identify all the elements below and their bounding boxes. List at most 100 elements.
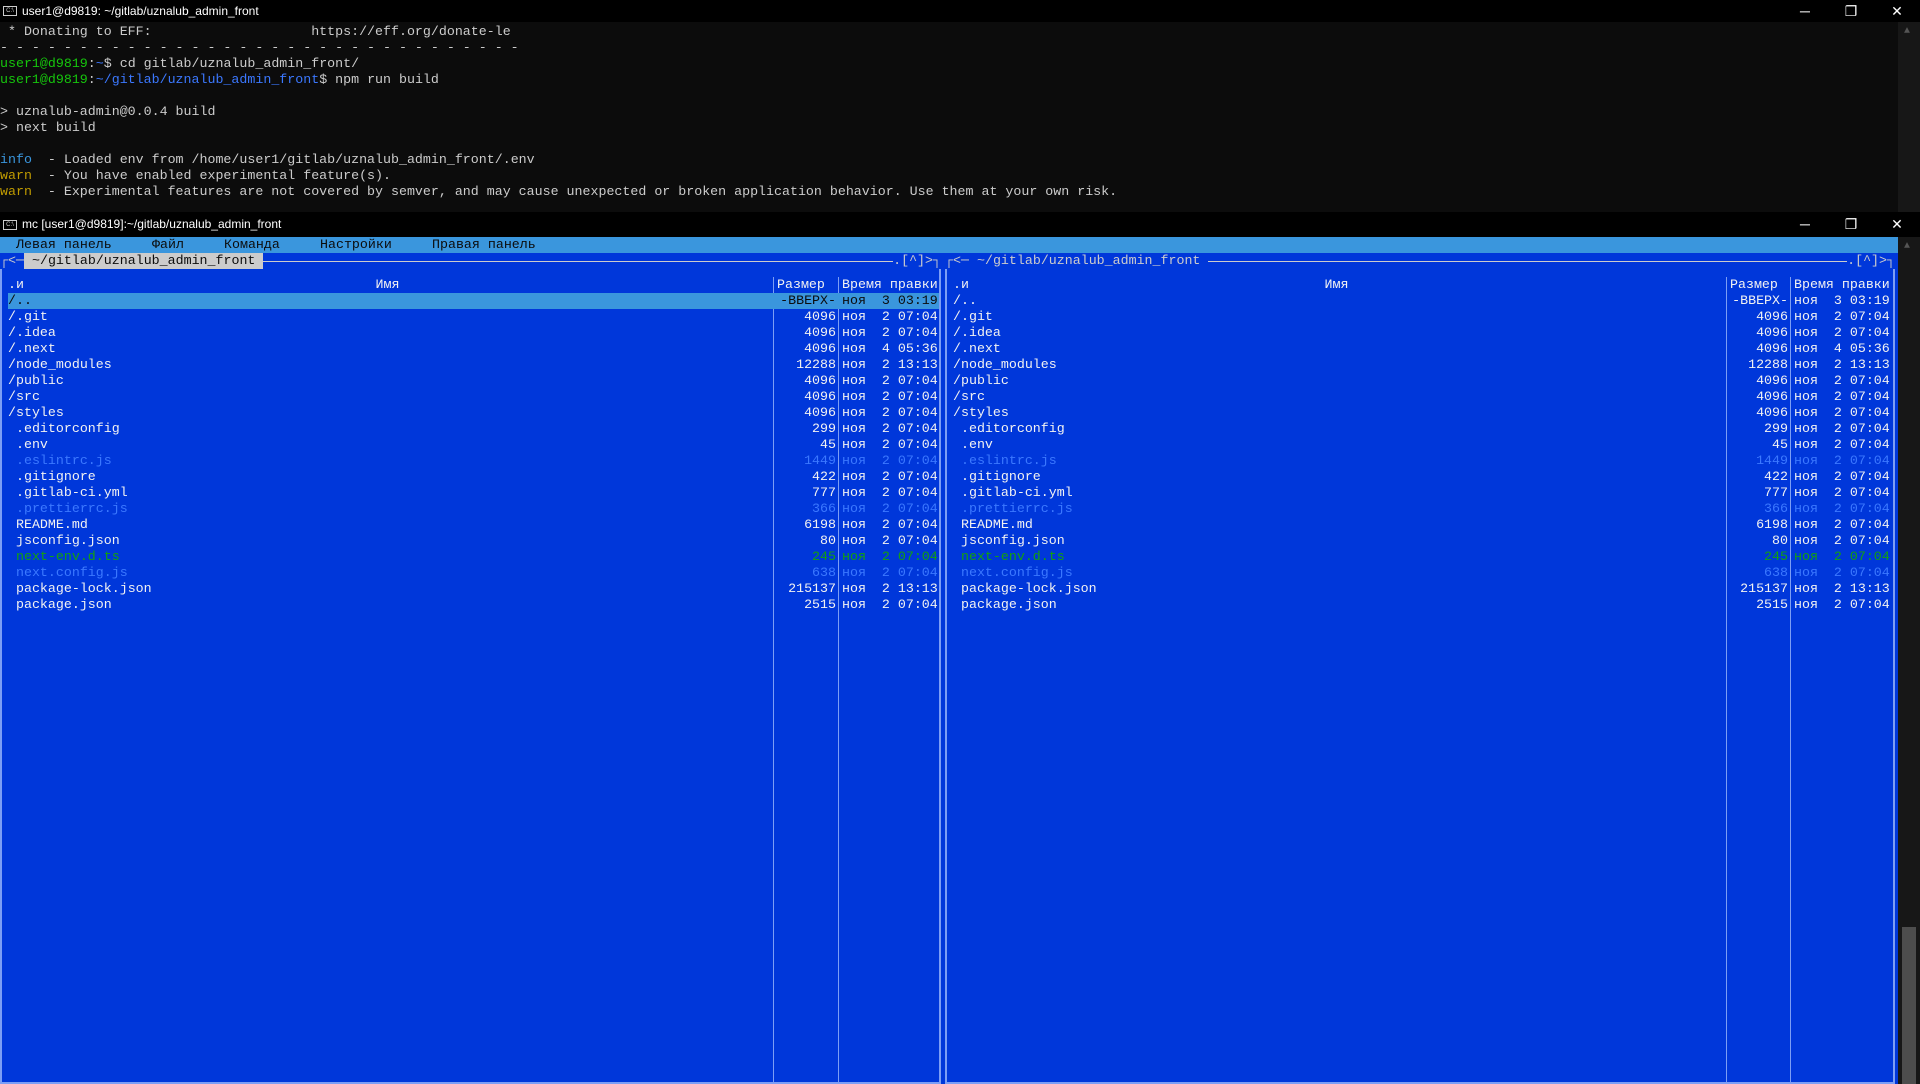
file-row[interactable]: .eslintrc.js 1449 ноя 2 07:04 [8, 453, 939, 469]
file-row[interactable]: /node_modules 12288 ноя 2 13:13 [8, 357, 939, 373]
right-panel[interactable]: ┌<─ ~/gitlab/uznalub_admin_front .[^]>┐ … [945, 253, 1895, 1084]
file-row[interactable]: /styles 4096 ноя 2 07:04 [953, 405, 1893, 421]
file-name: /.. [953, 293, 977, 308]
file-name: /.. [8, 293, 32, 308]
file-name: /src [953, 389, 985, 404]
file-name: .env [953, 437, 993, 452]
file-name: /.idea [8, 325, 56, 340]
minimize-button[interactable]: ─ [1782, 0, 1828, 22]
terminal-text: $ npm run build [319, 72, 439, 87]
file-row[interactable]: next-env.d.ts 245 ноя 2 07:04 [953, 549, 1893, 565]
window-title: user1@d9819: ~/gitlab/uznalub_admin_fron… [22, 4, 259, 18]
file-row[interactable]: /.next 4096 ноя 4 05:36 [8, 341, 939, 357]
panel-path[interactable]: ~/gitlab/uznalub_admin_front [969, 253, 1209, 269]
panel-path[interactable]: ~/gitlab/uznalub_admin_front [24, 253, 264, 269]
file-row[interactable]: package-lock.json 215137 ноя 2 13:13 [8, 581, 939, 597]
restore-button[interactable]: ❐ [1828, 0, 1874, 22]
file-row[interactable]: /styles 4096 ноя 2 07:04 [8, 405, 939, 421]
column-header-date[interactable]: Время правки [842, 277, 938, 293]
file-row[interactable]: jsconfig.json 80 ноя 2 07:04 [953, 533, 1893, 549]
top-scrollbar[interactable]: ▲ [1898, 22, 1920, 212]
file-row[interactable]: /.. -ВВЕРХ- ноя 3 03:19 [953, 293, 1893, 309]
file-row[interactable]: README.md 6198 ноя 2 07:04 [953, 517, 1893, 533]
scroll-up-icon[interactable]: ▲ [1904, 26, 1910, 37]
file-name: .gitlab-ci.yml [8, 485, 128, 500]
file-row[interactable]: /.. -ВВЕРХ- ноя 3 03:19 [8, 293, 939, 309]
file-row[interactable]: README.md 6198 ноя 2 07:04 [8, 517, 939, 533]
file-size: 422 [812, 469, 836, 484]
left-panel[interactable]: ┌<─ ~/gitlab/uznalub_admin_front .[^]>┐ … [0, 253, 941, 1084]
file-row[interactable]: next.config.js 638 ноя 2 07:04 [8, 565, 939, 581]
file-date: ноя 2 07:04 [842, 389, 938, 404]
file-row[interactable]: .gitignore 422 ноя 2 07:04 [953, 469, 1893, 485]
terminal-text: warn [0, 168, 32, 183]
file-row[interactable]: package.json 2515 ноя 2 07:04 [8, 597, 939, 613]
file-row[interactable]: /.next 4096 ноя 4 05:36 [953, 341, 1893, 357]
file-row[interactable]: /.git 4096 ноя 2 07:04 [8, 309, 939, 325]
file-row[interactable]: .env 45 ноя 2 07:04 [8, 437, 939, 453]
file-row[interactable]: .gitignore 422 ноя 2 07:04 [8, 469, 939, 485]
restore-button[interactable]: ❐ [1828, 212, 1874, 234]
file-date: ноя 2 07:04 [842, 373, 938, 388]
file-row[interactable]: .gitlab-ci.yml 777 ноя 2 07:04 [953, 485, 1893, 501]
column-header-name[interactable]: Имя [947, 277, 1726, 293]
file-date: ноя 2 07:04 [1794, 405, 1890, 420]
file-row[interactable]: .gitlab-ci.yml 777 ноя 2 07:04 [8, 485, 939, 501]
menu-left-panel[interactable]: Левая панель [16, 237, 112, 253]
file-name: /public [953, 373, 1009, 388]
file-row[interactable]: next-env.d.ts 245 ноя 2 07:04 [8, 549, 939, 565]
file-row[interactable]: /src 4096 ноя 2 07:04 [8, 389, 939, 405]
console-icon: C:\ [3, 220, 17, 230]
panel-history-left[interactable]: ┌<─ [945, 253, 969, 269]
terminal-output[interactable]: * Donating to EFF: https://eff.org/donat… [0, 22, 1898, 212]
file-date: ноя 2 07:04 [1794, 533, 1890, 548]
file-size: 4096 [1756, 389, 1788, 404]
file-row[interactable]: /public 4096 ноя 2 07:04 [8, 373, 939, 389]
panel-history-left[interactable]: ┌<─ [0, 253, 24, 269]
file-row[interactable]: /.idea 4096 ноя 2 07:04 [8, 325, 939, 341]
file-row[interactable]: .editorconfig 299 ноя 2 07:04 [953, 421, 1893, 437]
panel-history-right[interactable]: .[^]>┐ [893, 253, 941, 269]
file-row[interactable]: /public 4096 ноя 2 07:04 [953, 373, 1893, 389]
file-date: ноя 3 03:19 [842, 293, 938, 308]
file-date: ноя 2 07:04 [842, 405, 938, 420]
minimize-button[interactable]: ─ [1782, 212, 1828, 234]
menu-file[interactable]: Файл [152, 237, 184, 253]
file-row[interactable]: package-lock.json 215137 ноя 2 13:13 [953, 581, 1893, 597]
scrollbar-thumb[interactable] [1902, 927, 1916, 1084]
file-row[interactable]: .env 45 ноя 2 07:04 [953, 437, 1893, 453]
file-name: README.md [953, 517, 1033, 532]
file-name: /public [8, 373, 64, 388]
menu-right-panel[interactable]: Правая панель [432, 237, 536, 253]
terminal-text: - Experimental features are not covered … [31, 184, 1118, 199]
file-date: ноя 2 13:13 [842, 357, 938, 372]
file-size: 4096 [804, 325, 836, 340]
column-header-date[interactable]: Время правки [1794, 277, 1890, 293]
file-row[interactable]: next.config.js 638 ноя 2 07:04 [953, 565, 1893, 581]
file-name: jsconfig.json [8, 533, 120, 548]
file-date: ноя 2 13:13 [1794, 357, 1890, 372]
file-row[interactable]: /src 4096 ноя 2 07:04 [953, 389, 1893, 405]
panel-history-right[interactable]: .[^]>┐ [1847, 253, 1895, 269]
file-row[interactable]: .prettierrc.js 366 ноя 2 07:04 [953, 501, 1893, 517]
file-row[interactable]: .eslintrc.js 1449 ноя 2 07:04 [953, 453, 1893, 469]
file-row[interactable]: /.git 4096 ноя 2 07:04 [953, 309, 1893, 325]
terminal-line: user1@d9819:~$ cd gitlab/uznalub_admin_f… [0, 56, 359, 72]
column-header-size[interactable]: Размер [1730, 277, 1778, 293]
column-header-size[interactable]: Размер [777, 277, 825, 293]
file-row[interactable]: .prettierrc.js 366 ноя 2 07:04 [8, 501, 939, 517]
close-button[interactable]: ✕ [1874, 212, 1920, 234]
mc-scrollbar[interactable]: ▲ [1898, 237, 1920, 1084]
file-size: 12288 [1748, 357, 1788, 372]
close-button[interactable]: ✕ [1874, 0, 1920, 22]
column-header-name[interactable]: Имя [2, 277, 773, 293]
menu-options[interactable]: Настройки [320, 237, 392, 253]
file-row[interactable]: /node_modules 12288 ноя 2 13:13 [953, 357, 1893, 373]
menu-command[interactable]: Команда [224, 237, 280, 253]
file-row[interactable]: /.idea 4096 ноя 2 07:04 [953, 325, 1893, 341]
file-row[interactable]: jsconfig.json 80 ноя 2 07:04 [8, 533, 939, 549]
file-date: ноя 2 07:04 [1794, 565, 1890, 580]
scroll-up-icon[interactable]: ▲ [1904, 241, 1910, 252]
file-row[interactable]: package.json 2515 ноя 2 07:04 [953, 597, 1893, 613]
file-row[interactable]: .editorconfig 299 ноя 2 07:04 [8, 421, 939, 437]
